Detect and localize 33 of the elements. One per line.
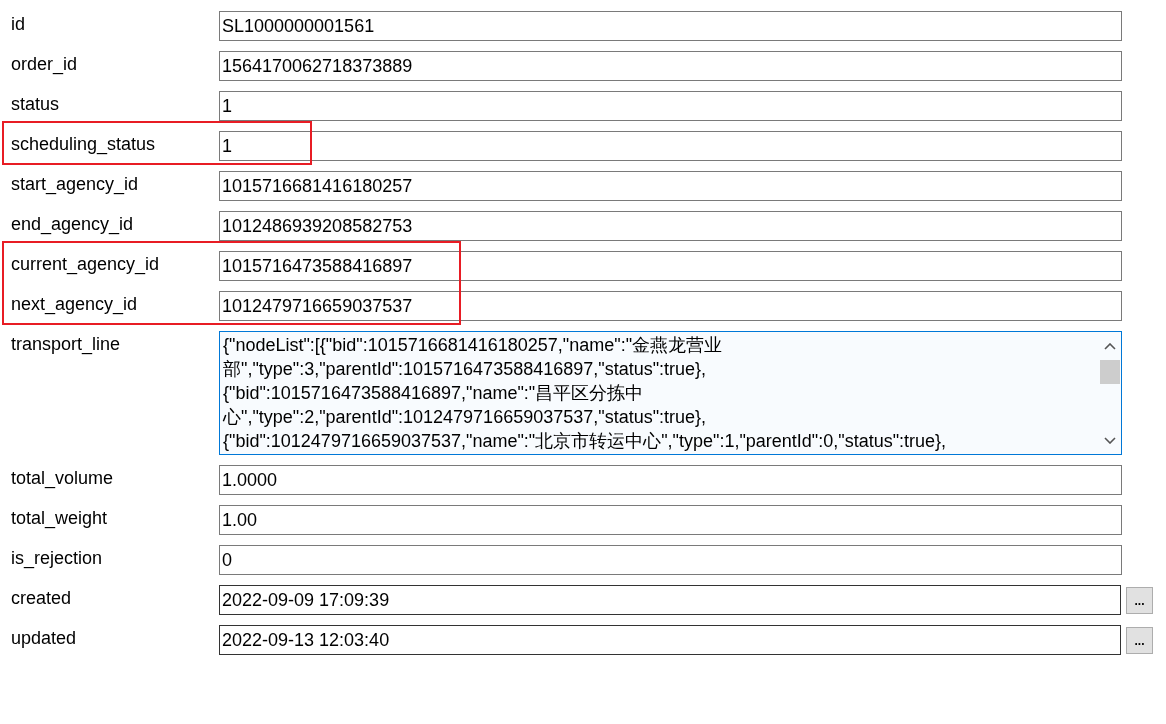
text-field[interactable]: 1564170062718373889	[219, 51, 1122, 81]
field-label: created	[11, 587, 73, 610]
field-label: is_rejection	[11, 547, 104, 571]
field-label: scheduling_status	[11, 133, 157, 157]
field-label: end_agency_id	[11, 213, 135, 237]
field-label: total_volume	[11, 467, 115, 491]
text-field[interactable]: 1.0000	[219, 465, 1122, 495]
scrollbar-thumb[interactable]	[1100, 360, 1120, 384]
scroll-up-icon[interactable]	[1104, 342, 1116, 350]
date-field[interactable]: 2022-09-09 17:09:39	[219, 585, 1121, 615]
scroll-down-icon[interactable]	[1104, 436, 1116, 444]
text-field[interactable]: 1015716681416180257	[219, 171, 1122, 201]
text-field[interactable]: 1012479716659037537	[219, 291, 1122, 321]
field-label: total_weight	[11, 507, 109, 531]
text-field[interactable]: 1.00	[219, 505, 1122, 535]
field-label: status	[11, 93, 61, 116]
text-field[interactable]: 1	[219, 131, 1122, 161]
field-label: updated	[11, 627, 78, 650]
text-area[interactable]: {"nodeList":[{"bid":1015716681416180257,"name":"金燕龙营业 部","type":3,"parentId":1015716473588416897,"status":true}, {"bid":1015716473588416897,"name":"昌平区分拣中 心","type":2,"parentId":1012479716659037537,"status":true}, {"bid":1012479716659037537,"name":"北京市转运中心","type":1,"parentId":0,"status":true},	[219, 331, 1122, 455]
field-label: current_agency_id	[11, 253, 161, 277]
text-field[interactable]: 0	[219, 545, 1122, 575]
field-label: next_agency_id	[11, 293, 139, 317]
field-label: transport_line	[11, 333, 122, 357]
text-field[interactable]: SL1000000001561	[219, 11, 1122, 41]
field-label: id	[11, 13, 26, 36]
text-field[interactable]: 1012486939208582753	[219, 211, 1122, 241]
ellipsis-button[interactable]: ...	[1126, 586, 1153, 614]
ellipsis-button[interactable]: ...	[1126, 626, 1153, 654]
text-field[interactable]: 1	[219, 91, 1122, 121]
field-label: start_agency_id	[11, 173, 140, 197]
field-label: order_id	[11, 53, 79, 77]
text-field[interactable]: 1015716473588416897	[219, 251, 1122, 281]
date-field[interactable]: 2022-09-13 12:03:40	[219, 625, 1121, 655]
